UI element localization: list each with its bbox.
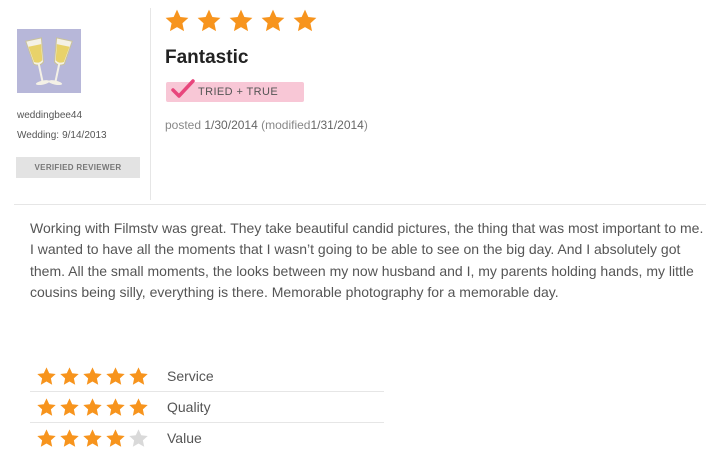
rating-label-quality: Quality — [167, 399, 211, 415]
value-stars — [36, 428, 149, 449]
star-filled-icon — [37, 366, 56, 385]
rating-row-quality: Quality — [30, 392, 384, 423]
star-filled-icon — [129, 397, 148, 416]
reviewer-username[interactable]: weddingbee44 — [17, 110, 82, 121]
champagne-glasses-icon — [17, 29, 81, 93]
category-ratings: Service Quality Value — [30, 361, 384, 453]
rating-row-value: Value — [30, 423, 384, 453]
service-stars — [36, 366, 149, 387]
modified-prefix: (modified — [261, 118, 311, 132]
wedding-label: Wedding: — [17, 130, 60, 141]
star-empty-icon — [129, 428, 148, 447]
star-filled-icon — [37, 397, 56, 416]
rating-label-service: Service — [167, 368, 214, 384]
column-divider — [150, 8, 151, 200]
star-filled-icon — [165, 9, 189, 32]
star-filled-icon — [129, 366, 148, 385]
star-filled-icon — [60, 366, 79, 385]
rating-row-service: Service — [30, 361, 384, 392]
badge-label: TRIED + TRUE — [198, 86, 279, 98]
tried-true-badge: TRIED + TRUE — [166, 79, 304, 102]
star-filled-icon — [293, 9, 317, 32]
star-filled-icon — [83, 428, 102, 447]
posted-date: posted 1/30/2014 (modified1/31/2014) — [165, 118, 368, 132]
star-filled-icon — [60, 428, 79, 447]
star-filled-icon — [197, 9, 221, 32]
star-filled-icon — [60, 397, 79, 416]
section-divider — [14, 204, 706, 205]
star-filled-icon — [37, 428, 56, 447]
rating-label-value: Value — [167, 430, 202, 446]
modified-date-value: 1/31/2014 — [310, 118, 364, 132]
modified-suffix: ) — [363, 118, 368, 132]
reviewer-avatar — [17, 29, 81, 93]
overall-rating-stars — [164, 8, 318, 34]
star-filled-icon — [83, 397, 102, 416]
reviewer-wedding-date: Wedding: 9/14/2013 — [17, 130, 107, 141]
star-filled-icon — [229, 9, 253, 32]
checkmark-icon — [171, 79, 195, 98]
wedding-date-value: 9/14/2013 — [62, 130, 107, 141]
posted-prefix: posted — [165, 118, 202, 132]
star-filled-icon — [83, 366, 102, 385]
review-title: Fantastic — [165, 47, 249, 68]
star-filled-icon — [106, 428, 125, 447]
quality-stars — [36, 397, 149, 418]
star-filled-icon — [261, 9, 285, 32]
posted-date-value: 1/30/2014 — [204, 118, 258, 132]
star-filled-icon — [106, 397, 125, 416]
review-body: Working with Filmstv was great. They tak… — [30, 220, 704, 301]
verified-reviewer-badge: VERIFIED REVIEWER — [16, 157, 140, 178]
star-filled-icon — [106, 366, 125, 385]
